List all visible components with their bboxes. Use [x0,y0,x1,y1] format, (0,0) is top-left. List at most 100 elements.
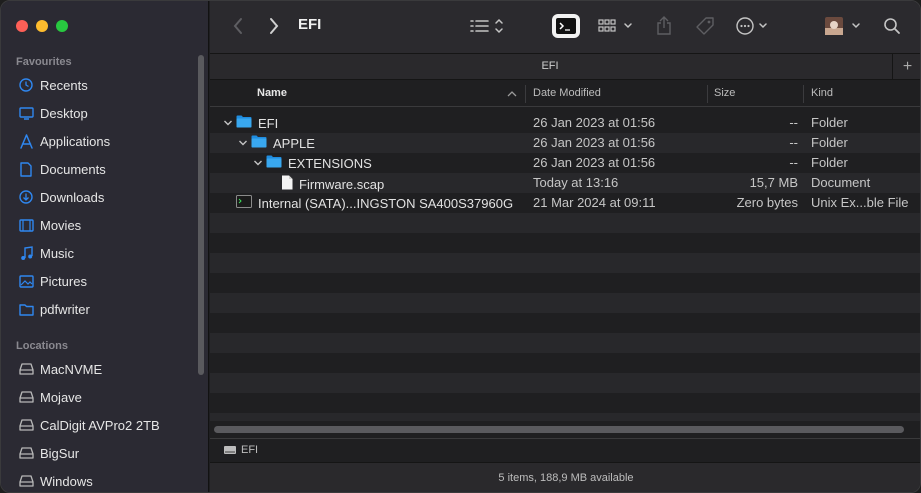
toolbar: EFI [210,1,920,53]
sidebar-item-label: Windows [40,473,93,489]
disk-icon [18,417,34,433]
share-button[interactable] [654,13,674,39]
sidebar-item-label: Mojave [40,389,82,405]
list-icon [470,18,503,34]
sort-ascending-icon [507,91,517,97]
share-icon [657,16,671,35]
file-date: 26 Jan 2023 at 01:56 [533,135,656,150]
empty-row [210,393,920,413]
file-row[interactable]: Firmware.scap Today at 13:16 15,7 MB Docume… [210,173,920,193]
grid-view-icon [598,19,632,32]
column-size[interactable]: Size [714,87,735,99]
empty-row [210,293,920,313]
search-icon [884,18,900,34]
sidebar-item-windows[interactable]: Windows [1,467,197,492]
file-name: Internal (SATA)...INGSTON SA400S37960G [258,195,514,211]
empty-row [210,313,920,333]
avatar-icon [825,17,860,35]
sidebar-item-movies[interactable]: Movies [1,211,197,239]
sidebar-item-caldigit-avpro2-2tb[interactable]: CalDigit AVPro2 2TB [1,411,197,439]
sidebar-item-macnvme[interactable]: MacNVME [1,355,197,383]
minimize-window-button[interactable] [36,20,48,32]
column-kind[interactable]: Kind [811,87,833,99]
file-name-cell: EXTENSIONS [252,155,372,171]
disk-icon [18,473,34,489]
sidebar-scrollbar[interactable] [198,55,204,375]
file-date: 21 Mar 2024 at 09:11 [533,195,656,210]
disclosure-chevron-icon[interactable] [222,119,234,127]
file-date: 26 Jan 2023 at 01:56 [533,115,656,130]
file-row[interactable]: EFI 26 Jan 2023 at 01:56 -- Folder [210,113,920,133]
sidebar-item-recents[interactable]: Recents [1,71,197,99]
file-size: -- [789,135,798,150]
folder-icon [266,155,282,171]
column-date-modified[interactable]: Date Modified [533,87,601,99]
terminal-icon [556,18,576,34]
file-name: Firmware.scap [299,176,385,192]
sidebar-item-mojave[interactable]: Mojave [1,383,197,411]
file-kind: Folder [811,155,848,170]
status-text: 5 items, 188,9 MB available [498,472,634,484]
folder-icon [18,301,34,317]
sidebar-item-downloads[interactable]: Downloads [1,183,197,211]
horizontal-scrollbar[interactable] [214,426,904,433]
file-row[interactable]: APPLE 26 Jan 2023 at 01:56 -- Folder [210,133,920,153]
window-title: EFI [298,16,322,33]
search-button[interactable] [880,13,904,39]
chevron-right-icon [270,18,279,34]
file-size: -- [789,115,798,130]
disclosure-chevron-icon[interactable] [252,159,264,167]
sidebar-item-bigsur[interactable]: BigSur [1,439,197,467]
empty-row [210,353,920,373]
sidebar-item-applications[interactable]: Applications [1,127,197,155]
disclosure-chevron-icon[interactable] [237,139,249,147]
file-size: Zero bytes [736,195,798,210]
tag-icon [696,17,714,35]
close-window-button[interactable] [16,20,28,32]
back-button[interactable] [228,13,248,39]
sidebar-item-pictures[interactable]: Pictures [1,267,197,295]
file-row[interactable]: EXTENSIONS 26 Jan 2023 at 01:56 -- Folder [210,153,920,173]
desktop-icon [18,105,34,121]
sidebar-item-label: Recents [40,77,88,93]
disk-icon [18,361,34,377]
file-name-cell: EFI [222,115,278,131]
document-icon [281,175,293,193]
sidebar-item-label: Downloads [40,189,105,205]
status-bar: 5 items, 188,9 MB available [210,462,920,492]
profile-menu-button[interactable] [822,13,864,39]
action-menu-button[interactable] [734,13,774,39]
sidebar-item-documents[interactable]: Documents [1,155,197,183]
zoom-window-button[interactable] [56,20,68,32]
finder-window: Favourites Recents Desktop Applications Doc… [0,0,921,493]
sidebar-item-desktop[interactable]: Desktop [1,99,197,127]
window-controls [16,20,68,32]
column-name[interactable]: Name [257,87,287,99]
sort-list-button[interactable] [468,13,508,39]
file-name: APPLE [273,135,315,151]
tag-button[interactable] [694,13,716,39]
view-options-button[interactable] [598,13,636,39]
forward-button[interactable] [264,13,284,39]
favourites-list: Recents Desktop Applications Documents Downl… [1,71,197,323]
path-item-label: EFI [241,444,259,456]
new-tab-button[interactable]: + [892,54,920,79]
sidebar-item-label: BigSur [40,445,80,461]
file-date: 26 Jan 2023 at 01:56 [533,155,656,170]
file-kind: Folder [811,135,848,150]
favourites-heading: Favourites [16,56,72,68]
sidebar-item-label: Music [40,245,74,261]
sidebar-item-pdfwriter[interactable]: pdfwriter [1,295,197,323]
chevron-left-icon [233,18,242,34]
sidebar-item-label: CalDigit AVPro2 2TB [40,417,160,433]
file-kind: Document [811,175,871,190]
path-item-efi[interactable]: EFI [223,444,258,456]
empty-row [210,373,920,393]
file-row[interactable]: Internal (SATA)...INGSTON SA400S37960G 21… [210,193,920,213]
sidebar-item-music[interactable]: Music [1,239,197,267]
terminal-button[interactable] [552,14,580,38]
empty-row [210,253,920,273]
document-icon [18,161,34,177]
sidebar-item-label: Movies [40,217,82,233]
tab-efi[interactable]: EFI [210,60,890,72]
